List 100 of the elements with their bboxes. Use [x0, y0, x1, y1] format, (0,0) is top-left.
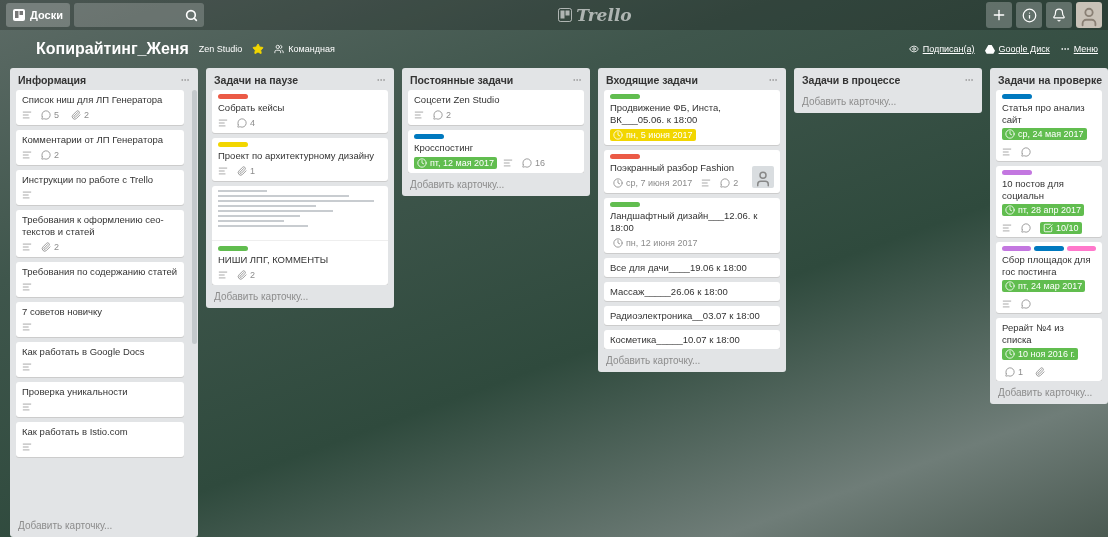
comment-count	[1018, 222, 1034, 234]
card-title: Кросспостинг	[414, 142, 475, 154]
due-date-badge: пт, 12 мая 2017	[414, 157, 498, 169]
due-date-badge: ср, 24 мая 2017	[1002, 128, 1087, 140]
board-icon	[13, 9, 25, 21]
subscribed-link[interactable]: Подписан(а)	[908, 44, 975, 54]
card[interactable]: Инструкции по работе с Trello	[16, 170, 184, 205]
user-avatar[interactable]	[1076, 2, 1102, 28]
plus-icon	[991, 7, 1007, 23]
card[interactable]: Радиоэлектроника__03.07 к 18:00	[604, 306, 780, 325]
drive-link[interactable]: Google Диск	[984, 44, 1050, 54]
card[interactable]: Поэкранный разбор Fashion ср, 7 июня 2017 2	[604, 150, 780, 193]
card-title: Комментарии от ЛП Генератора	[22, 134, 164, 146]
description-icon	[503, 158, 514, 168]
description-icon	[218, 166, 228, 176]
description-icon	[218, 270, 228, 280]
drive-icon	[984, 44, 995, 54]
list-title: Задачи на проверке	[998, 74, 1103, 86]
description-icon	[22, 322, 32, 332]
card-title: Проект по архитектурному дизайну	[218, 150, 376, 162]
notifications-button[interactable]	[1046, 2, 1072, 28]
description-icon	[22, 442, 32, 452]
card-title: 7 советов новичку	[22, 306, 104, 318]
add-button[interactable]	[986, 2, 1012, 28]
description-icon	[22, 362, 32, 372]
card-title: Как работать в Google Docs	[22, 346, 146, 358]
card[interactable]: НИШИ ЛПГ, КОММЕНТЫ 2	[212, 186, 388, 285]
card[interactable]: Продвижение ФБ, Инста, ВК___05.06. к 18:00 пн, 5 июня 2017	[604, 90, 780, 145]
card[interactable]: Рерайт №4 из списка 10 ноя 2016 г. 1	[996, 318, 1102, 381]
card[interactable]: Статья про анализ сайт ср, 24 мая 2017	[996, 90, 1102, 161]
card[interactable]: Все для дачи____19.06 к 18:00	[604, 258, 780, 277]
member-avatar[interactable]	[752, 166, 774, 188]
card-title: Требования по содержанию статей	[22, 266, 178, 278]
description-icon	[22, 110, 32, 120]
scrollbar[interactable]	[192, 90, 197, 345]
search-icon	[184, 8, 198, 22]
description-icon	[1002, 223, 1012, 233]
comment-count: 1	[1002, 366, 1026, 378]
info-icon	[1021, 7, 1037, 23]
card[interactable]: Массаж_____26.06 к 18:00	[604, 282, 780, 301]
card[interactable]: 10 постов для социальн пт, 28 апр 2017 10/10	[996, 166, 1102, 237]
comment-count: 2	[717, 177, 742, 189]
card-title: Рерайт №4 из списка	[1002, 322, 1065, 346]
logo: Trello	[576, 5, 632, 25]
description-icon	[701, 178, 712, 188]
menu-link[interactable]: Меню	[1059, 44, 1098, 54]
comment-count: 5	[38, 109, 62, 121]
comment-count	[1018, 146, 1034, 158]
card[interactable]: Список ниш для ЛП Генератора 5 2	[16, 90, 184, 125]
info-button[interactable]	[1016, 2, 1042, 28]
card-title: Косметика_____10.07 к 18:00	[610, 334, 741, 346]
boards-button[interactable]: Доски	[6, 3, 70, 27]
card-title: Инструкции по работе с Trello	[22, 174, 155, 186]
bell-icon	[1052, 8, 1066, 22]
comment-count: 16	[519, 157, 549, 169]
description-icon	[22, 282, 32, 292]
card[interactable]: Кросспостинг пт, 12 мая 2017 16	[408, 130, 584, 173]
card[interactable]: Косметика_____10.07 к 18:00	[604, 330, 780, 349]
card[interactable]: Комментарии от ЛП Генератора 2	[16, 130, 184, 165]
card-title: Требования к оформлению сео-текстов и статей	[22, 214, 165, 238]
due-date-badge: пн, 12 июня 2017	[610, 237, 701, 249]
card[interactable]: Проект по архитектурному дизайну 1	[212, 138, 388, 181]
visibility-label[interactable]: Командная	[274, 44, 335, 54]
star-icon[interactable]	[252, 43, 265, 55]
card[interactable]: Как работать в Istio.com	[16, 422, 184, 457]
eye-icon	[908, 44, 919, 54]
card[interactable]: Как работать в Google Docs	[16, 342, 184, 377]
card[interactable]: Собрать кейсы 4	[212, 90, 388, 133]
card-title: Как работать в Istio.com	[22, 426, 129, 438]
list-title: Задачи в процессе	[802, 74, 901, 86]
card[interactable]: Сбор площадок для гос постинга пт, 24 мар 2017	[996, 242, 1102, 313]
due-date-badge: 10 ноя 2016 г.	[1002, 348, 1079, 360]
list-title: Информация	[18, 74, 87, 86]
card-title: Ландшафтный дизайн___12.06. к 18:00	[610, 210, 759, 234]
comment-count	[1018, 298, 1034, 310]
team-icon	[274, 44, 285, 54]
due-date-badge: ср, 7 июня 2017	[610, 177, 696, 189]
card[interactable]: Проверка уникальности	[16, 382, 184, 417]
card[interactable]: 7 советов новичку	[16, 302, 184, 337]
attachment-count: 1	[234, 165, 258, 177]
card-title: Все для дачи____19.06 к 18:00	[610, 262, 748, 274]
card[interactable]: Требования по содержанию статей	[16, 262, 184, 297]
card-title: Поэкранный разбор Fashion	[610, 162, 736, 174]
list-title: Задачи на паузе	[214, 74, 299, 86]
card[interactable]: Соцсети Zen Studio 2	[408, 90, 584, 125]
comment-count: 4	[234, 117, 258, 129]
description-icon	[22, 242, 32, 252]
list-title: Входящие задачи	[606, 74, 698, 86]
card-title: Собрать кейсы	[218, 102, 286, 114]
card-title: Соцсети Zen Studio	[414, 94, 501, 106]
card-title: Статья про анализ сайт	[1002, 102, 1086, 126]
comment-count: 2	[430, 109, 454, 121]
attachment-count: 2	[68, 109, 93, 121]
team-name[interactable]: Zen Studio	[198, 44, 243, 54]
comment-count: 2	[38, 149, 62, 161]
card[interactable]: Ландшафтный дизайн___12.06. к 18:00 пн, 12 июня 2017	[604, 198, 780, 253]
attachment-count: 2	[38, 241, 62, 253]
card[interactable]: Требования к оформлению сео-текстов и статей 2	[16, 210, 184, 257]
description-icon	[1002, 299, 1012, 309]
search-field[interactable]	[73, 3, 204, 27]
